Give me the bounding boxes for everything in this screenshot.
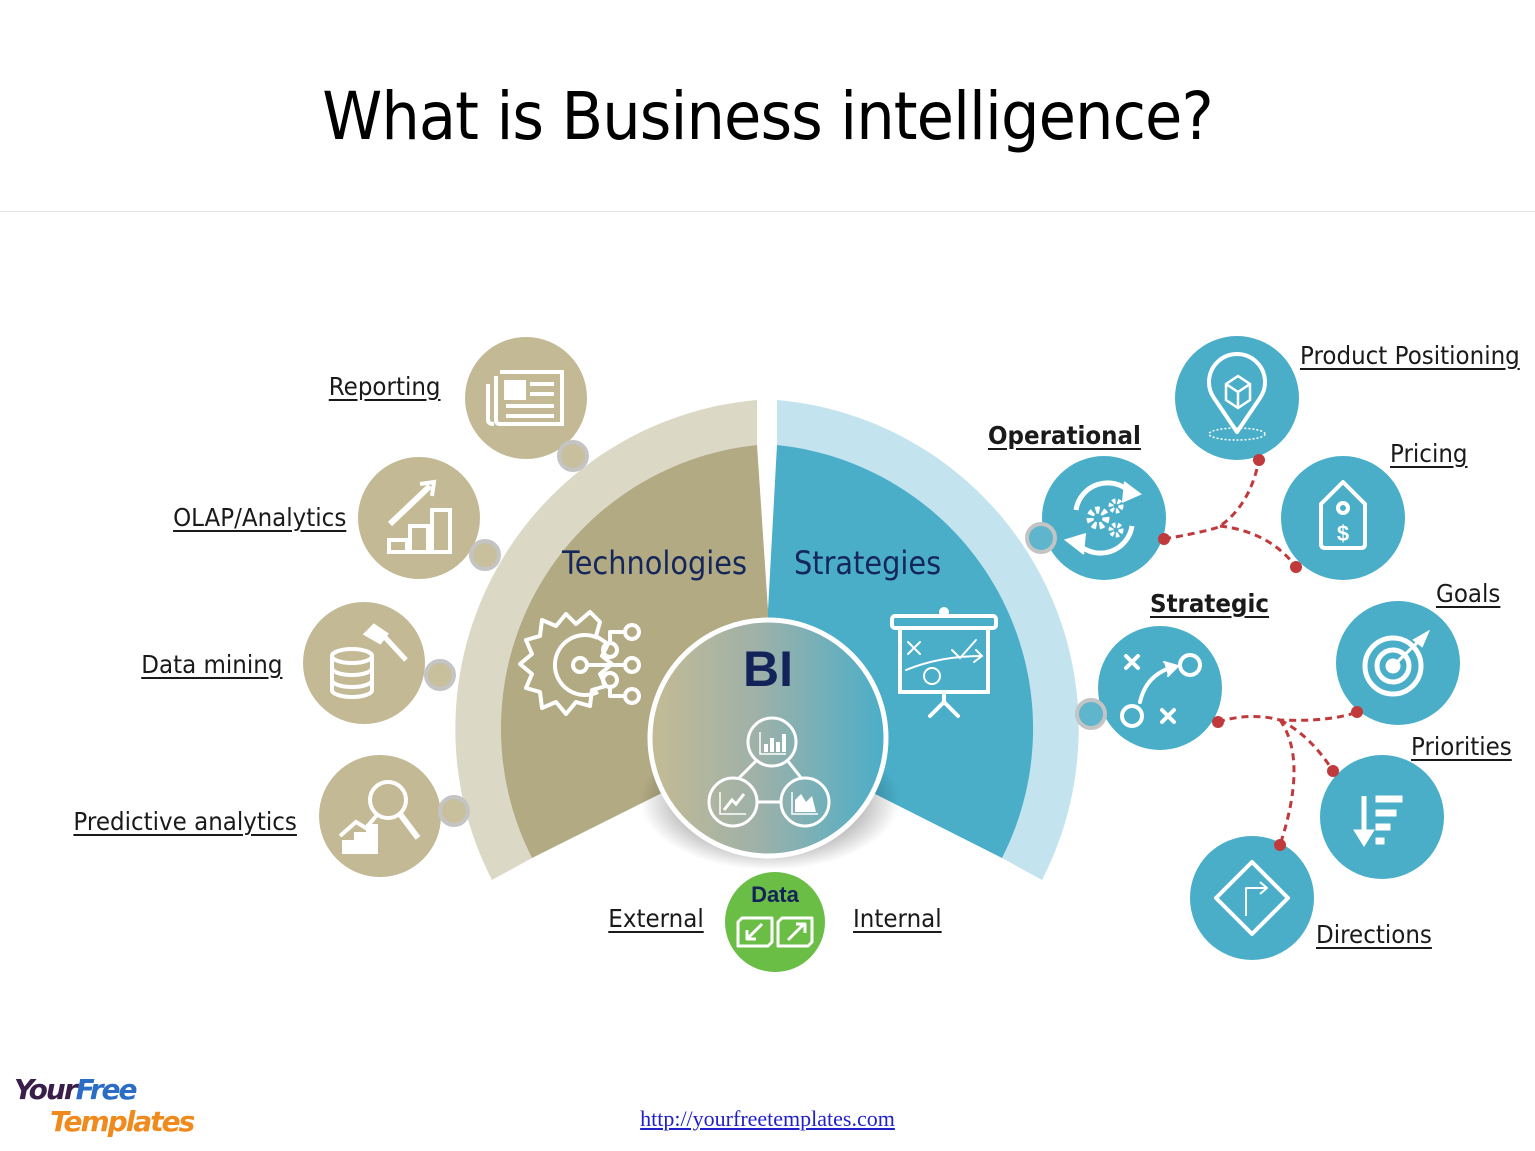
strategy-item-pricing[interactable]: Pricing bbox=[1390, 439, 1468, 468]
strategy-group-strategic[interactable]: Strategic bbox=[1150, 589, 1269, 618]
tech-item-reporting[interactable]: Reporting bbox=[329, 372, 441, 401]
data-label: Data bbox=[751, 882, 799, 907]
logo-word-your: Your bbox=[14, 1073, 78, 1106]
data-source-external[interactable]: External bbox=[609, 904, 704, 933]
strategy-item-goals[interactable]: Goals bbox=[1436, 579, 1500, 608]
footer-website-link[interactable]: http://yourfreetemplates.com bbox=[0, 1106, 1535, 1132]
svg-text:$: $ bbox=[1337, 521, 1349, 546]
strategy-item-priorities[interactable]: Priorities bbox=[1411, 732, 1512, 761]
tech-item-predictive-analytics[interactable]: Predictive analytics bbox=[74, 807, 297, 836]
tech-item-olap-analytics[interactable]: OLAP/Analytics bbox=[173, 503, 346, 532]
strategies-title: Strategies bbox=[794, 544, 942, 582]
bi-diagram: $ bbox=[303, 336, 1460, 972]
tech-item-data-mining[interactable]: Data mining bbox=[141, 650, 282, 679]
strategy-group-operational[interactable]: Operational bbox=[988, 421, 1141, 450]
technologies-title: Technologies bbox=[562, 544, 748, 582]
logo-word-free: Free bbox=[75, 1073, 138, 1106]
data-source-internal[interactable]: Internal bbox=[853, 904, 942, 933]
strategy-item-product-positioning[interactable]: Product Positioning bbox=[1300, 341, 1520, 370]
strategy-item-directions[interactable]: Directions bbox=[1316, 920, 1432, 949]
bi-label: BI bbox=[743, 641, 793, 697]
